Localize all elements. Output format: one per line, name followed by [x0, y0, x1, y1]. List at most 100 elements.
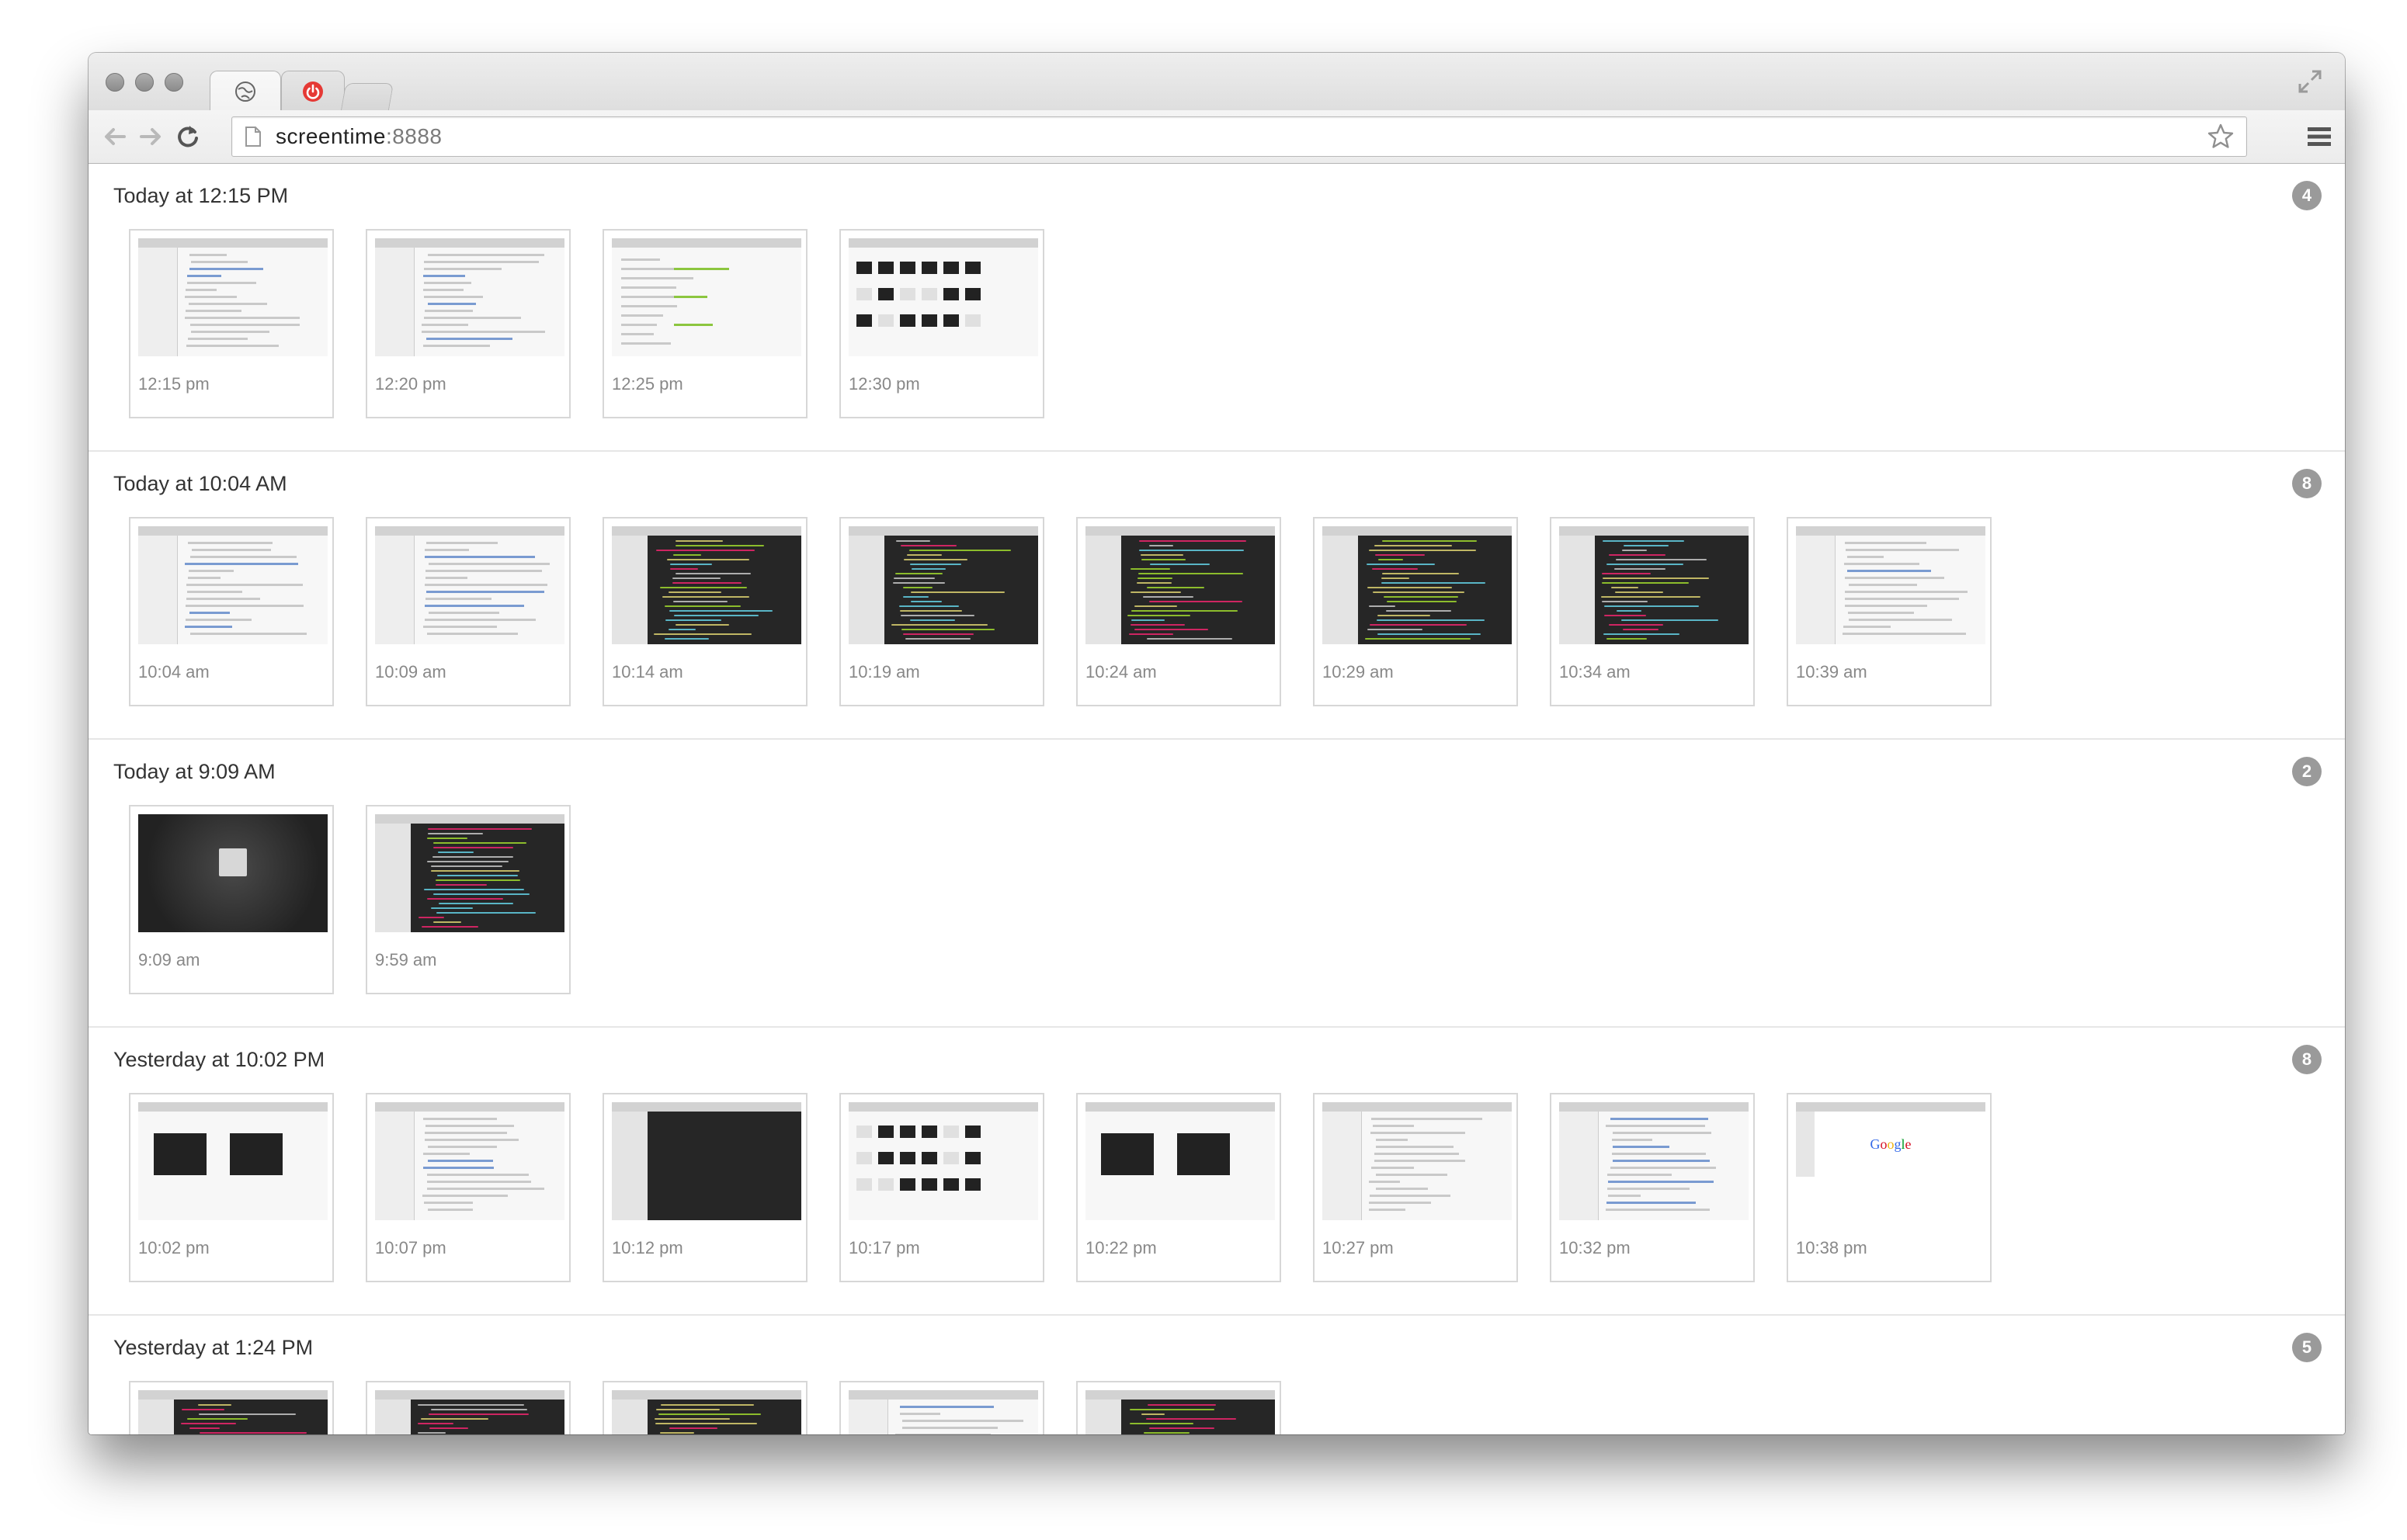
screenshot-thumbnail[interactable]: 10:19 am: [839, 517, 1044, 706]
screenshot-thumbnail[interactable]: 10:17 pm: [839, 1093, 1044, 1282]
screenshot-text-line: [425, 577, 467, 579]
screenshot-grid-tile: [922, 1152, 937, 1164]
screenshot-image: [138, 1102, 328, 1220]
screenshot-progress-bar: [674, 324, 713, 326]
screenshot-code-line: [669, 591, 721, 593]
screenshot-grid-tile: [943, 1152, 959, 1164]
screenshot-text-line: [422, 1195, 508, 1197]
screenshot-text-line: [621, 296, 679, 298]
screenshot-thumbnail[interactable]: 10:12 pm: [603, 1093, 808, 1282]
screenshot-grid-tile: [965, 288, 981, 300]
screenshot-browser-chrome: [138, 526, 328, 536]
screenshot-thumbnail[interactable]: [603, 1381, 808, 1434]
screenshot-text-line: [190, 633, 307, 635]
screenshot-time: 10:22 pm: [1085, 1238, 1157, 1257]
screenshot-grid-tile: [965, 314, 981, 327]
screenshot-code-line: [910, 564, 961, 565]
new-tab-button[interactable]: [340, 83, 394, 110]
screenshot-thumbnail[interactable]: 9:59 am: [366, 805, 571, 994]
screenshot-login-avatar: [219, 848, 247, 876]
back-arrow-icon[interactable]: [101, 123, 129, 151]
screenshot-text-line: [422, 324, 468, 326]
screenshot-grid-tile: [943, 1126, 959, 1138]
screenshot-code-line: [674, 615, 759, 616]
screenshot-thumbnail[interactable]: [366, 1381, 571, 1434]
tab-power[interactable]: [281, 71, 345, 110]
screenshot-code-line: [1602, 601, 1648, 602]
screenshot-code-line: [181, 1423, 236, 1424]
screenshot-sidebar: [1085, 1400, 1121, 1434]
screenshot-code-line: [418, 1423, 453, 1424]
screenshot-thumbnail[interactable]: 10:34 am: [1550, 517, 1755, 706]
screenshot-thumbnail[interactable]: 12:30 pm: [839, 229, 1044, 418]
time-group: Yesterday at 10:02 PM 8 10:02 pm 10:07 pm…: [89, 1028, 2345, 1316]
screenshot-thumbnail[interactable]: 10:29 am: [1313, 517, 1518, 706]
screenshot-sidebar: [375, 536, 415, 644]
screenshot-sidebar: [1085, 536, 1121, 644]
count-badge: 8: [2292, 469, 2322, 498]
screenshot-text-line: [423, 289, 464, 291]
screenshot-grid-tile: [878, 288, 894, 300]
screenshot-thumbnail[interactable]: 10:09 am: [366, 517, 571, 706]
screenshot-code-line: [654, 633, 752, 635]
screenshot-image: [612, 238, 801, 356]
screenshot-code-line: [1381, 578, 1409, 579]
screenshot-browser-chrome: [1322, 1102, 1512, 1112]
bookmark-star-icon[interactable]: [2206, 122, 2235, 151]
screenshot-time: 9:09 am: [138, 950, 200, 969]
screenshot-thumbnail[interactable]: 9:09 am: [129, 805, 334, 994]
screenshot-grid-tile: [878, 314, 894, 327]
screenshot-code-line: [676, 624, 729, 626]
screenshot-thumbnail[interactable]: 10:07 pm: [366, 1093, 571, 1282]
screenshot-thumbnail[interactable]: 12:15 pm: [129, 229, 334, 418]
screenshot-image: [849, 526, 1038, 644]
screenshot-grid-tile: [965, 1126, 981, 1138]
reload-icon[interactable]: [174, 123, 202, 151]
screenshot-browser-chrome: [375, 526, 564, 536]
screenshot-text-line: [425, 1132, 507, 1134]
screenshot-sidebar: [612, 1400, 648, 1434]
screenshot-time: 10:19 am: [849, 662, 920, 682]
screenshot-thumbnail[interactable]: Google 10:38 pm: [1787, 1093, 1992, 1282]
screenshot-code-line: [1602, 573, 1651, 574]
screenshot-code-line: [901, 545, 957, 546]
tab-screentime[interactable]: [210, 71, 281, 110]
screenshot-text-line: [902, 1420, 1023, 1422]
close-window-button[interactable]: [106, 73, 124, 92]
screenshot-thumbnail[interactable]: 10:02 pm: [129, 1093, 334, 1282]
screenshot-thumbnail[interactable]: 10:04 am: [129, 517, 334, 706]
screenshot-code-line: [1149, 1427, 1214, 1429]
screenshot-thumbnail[interactable]: [129, 1381, 334, 1434]
address-bar[interactable]: screentime:8888: [231, 116, 2247, 157]
screenshot-image: [375, 1390, 564, 1434]
screenshot-code-line: [1127, 615, 1190, 616]
minimize-window-button[interactable]: [135, 73, 154, 92]
screenshot-thumbnail[interactable]: 10:27 pm: [1313, 1093, 1518, 1282]
screenshot-code-line: [1134, 629, 1208, 630]
screenshot-text-line: [900, 1413, 940, 1415]
screenshot-text-line: [621, 342, 671, 345]
forward-arrow-icon[interactable]: [137, 123, 165, 151]
screenshot-thumbnail[interactable]: 10:39 am: [1787, 517, 1992, 706]
screenshot-code-line: [673, 601, 728, 602]
screenshot-code-line: [433, 847, 513, 848]
screenshot-code-line: [439, 903, 513, 904]
screenshot-code-line: [433, 842, 526, 844]
menu-icon[interactable]: [2308, 126, 2331, 147]
zoom-window-button[interactable]: [165, 73, 183, 92]
screenshot-thumbnail[interactable]: 12:20 pm: [366, 229, 571, 418]
fullscreen-icon[interactable]: [2297, 68, 2323, 95]
screenshot-thumbnail[interactable]: [839, 1381, 1044, 1434]
screenshot-text-line: [1370, 1195, 1450, 1197]
screenshot-thumbnail[interactable]: 12:25 pm: [603, 229, 808, 418]
screenshot-grid-tile: [965, 1152, 981, 1164]
screenshot-code-line: [1609, 624, 1663, 626]
screenshot-code-line: [1134, 605, 1177, 607]
screenshot-thumbnail[interactable]: 10:22 pm: [1076, 1093, 1281, 1282]
screenshot-thumbnail[interactable]: [1076, 1381, 1281, 1434]
screenshot-thumbnail[interactable]: 10:14 am: [603, 517, 808, 706]
screenshot-text-line: [185, 563, 298, 565]
screenshot-thumbnail[interactable]: 10:24 am: [1076, 517, 1281, 706]
screenshot-thumbnail[interactable]: 10:32 pm: [1550, 1093, 1755, 1282]
screenshot-code-line: [665, 605, 741, 607]
